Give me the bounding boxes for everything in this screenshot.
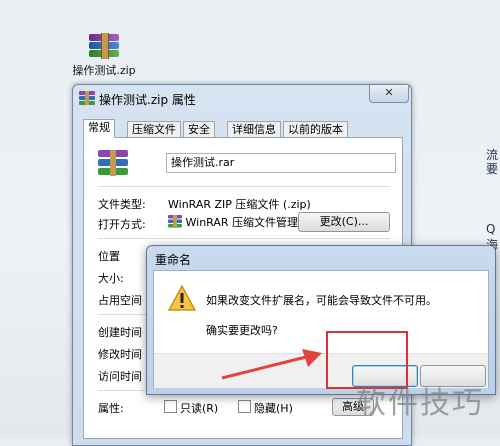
- hidden-checkbox[interactable]: [238, 400, 251, 413]
- readonly-checkbox[interactable]: [164, 400, 177, 413]
- close-icon: ✕: [384, 86, 394, 99]
- open-with-app: WinRAR 压缩文件管理: [168, 214, 298, 230]
- open-with-value: WinRAR 压缩文件管理: [185, 216, 299, 229]
- desktop-zip-file-icon[interactable]: 操作测试.zip: [72, 33, 136, 78]
- disk-size-label: 占用空间: [98, 294, 142, 307]
- file-type-value: WinRAR ZIP 压缩文件 (.zip): [168, 198, 311, 211]
- dialog-title: 重命名: [155, 253, 192, 267]
- desktop-edge-text: 要: [486, 162, 499, 176]
- tab-archive[interactable]: 压缩文件: [127, 121, 181, 137]
- attributes-label: 属性:: [98, 402, 124, 415]
- accessed-label: 访问时间: [98, 370, 142, 383]
- warning-message: 如果改变文件扩展名，可能会导致文件不可用。: [206, 294, 437, 307]
- winrar-app-icon: [168, 215, 182, 228]
- desktop-icon-label: 操作测试.zip: [72, 64, 136, 77]
- size-label: 大小:: [98, 272, 124, 285]
- warning-icon: [167, 284, 197, 311]
- close-button[interactable]: ✕: [369, 85, 409, 103]
- created-label: 创建时间: [98, 326, 142, 339]
- winrar-archive-icon: [79, 91, 95, 105]
- open-with-label: 打开方式:: [98, 218, 146, 231]
- winrar-archive-icon: [89, 33, 119, 60]
- confirm-message: 确实要更改吗?: [206, 324, 278, 337]
- winrar-archive-icon: [98, 150, 128, 179]
- file-type-label: 文件类型:: [98, 198, 146, 211]
- modified-label: 修改时间: [98, 348, 142, 361]
- desktop-edge-text: Q: [486, 222, 496, 236]
- tab-security[interactable]: 安全: [183, 121, 215, 137]
- tab-previous-versions[interactable]: 以前的版本: [283, 121, 348, 137]
- watermark-text: 软件技巧: [356, 386, 484, 421]
- window-title: 操作测试.zip 属性: [99, 93, 196, 107]
- hidden-label: 隐藏(H): [254, 402, 293, 415]
- file-name-field[interactable]: 操作测试.rar: [166, 153, 396, 173]
- pointer-arrow-icon: [221, 349, 322, 380]
- change-button[interactable]: 更改(C)...: [298, 212, 390, 232]
- tab-details[interactable]: 详细信息: [227, 121, 281, 137]
- readonly-label: 只读(R): [180, 402, 219, 415]
- tab-general[interactable]: 常规: [83, 119, 115, 138]
- location-label: 位置: [98, 250, 120, 263]
